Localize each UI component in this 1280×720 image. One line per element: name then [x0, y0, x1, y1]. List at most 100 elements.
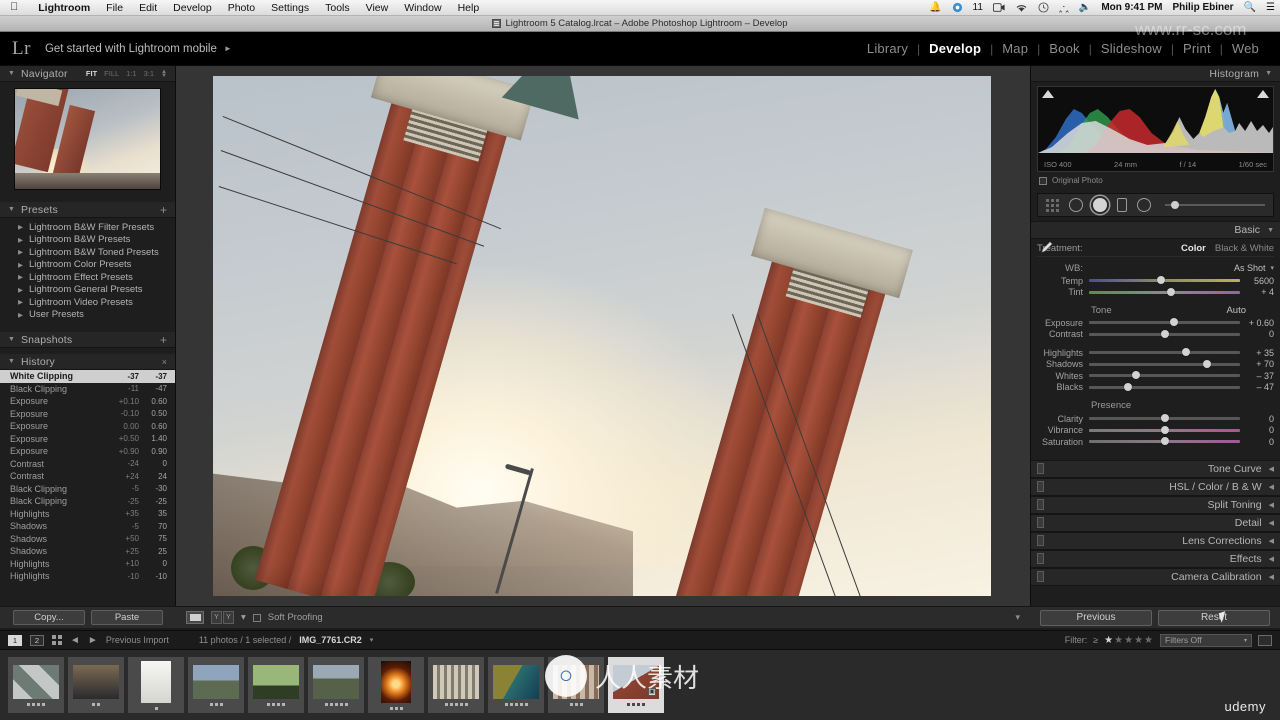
photo-frame[interactable]	[213, 76, 991, 596]
history-row[interactable]: Shadows -5 70	[0, 520, 175, 533]
slider-whites[interactable]: Whites – 37	[1037, 370, 1274, 382]
history-header[interactable]: ▼ History ×	[0, 354, 175, 370]
chevron-right-icon[interactable]: ▶	[18, 273, 23, 281]
preset-folder[interactable]: ▶ Lightroom Color Presets	[0, 259, 175, 272]
menu-help[interactable]: Help	[450, 0, 488, 16]
soft-proofing-checkbox[interactable]	[252, 613, 261, 622]
history-row[interactable]: Contrast -24 0	[0, 458, 175, 471]
snapshots-header[interactable]: ▼ Snapshots +	[0, 332, 175, 348]
chevron-left-icon[interactable]: ◀	[1269, 573, 1274, 581]
add-snapshot-icon[interactable]: +	[160, 334, 167, 346]
module-book[interactable]: Book	[1040, 41, 1088, 56]
section-switch-icon[interactable]	[1037, 463, 1044, 474]
module-map[interactable]: Map	[993, 41, 1037, 56]
zoom-fit[interactable]: FIT	[86, 69, 97, 78]
chevron-right-icon[interactable]: ▶	[18, 248, 23, 256]
chevron-left-icon[interactable]: ◀	[1269, 501, 1274, 509]
section-switch-icon[interactable]	[1037, 499, 1044, 510]
crop-overlay-icon[interactable]	[1046, 198, 1059, 212]
star-2-icon[interactable]: ★	[1114, 635, 1124, 646]
menu-file[interactable]: File	[98, 0, 131, 16]
slider-temp[interactable]: Temp 5600	[1037, 275, 1274, 287]
blacks-knob[interactable]	[1124, 382, 1133, 391]
slider-contrast[interactable]: Contrast 0	[1037, 329, 1274, 341]
before-after-caret-icon[interactable]: ▾	[241, 612, 246, 623]
module-web[interactable]: Web	[1223, 41, 1268, 56]
menu-tools[interactable]: Tools	[317, 0, 358, 16]
preset-folder[interactable]: ▶ Lightroom Video Presets	[0, 296, 175, 309]
exposure-knob[interactable]	[1169, 318, 1178, 327]
paste-button[interactable]: Paste	[91, 610, 163, 625]
zoom-1-1[interactable]: 1:1	[126, 69, 136, 78]
menu-lightroom[interactable]: Lightroom	[30, 0, 98, 16]
section-switch-icon[interactable]	[1037, 571, 1044, 582]
tint-track[interactable]	[1089, 287, 1240, 296]
grid-view-icon[interactable]	[52, 635, 62, 645]
lightroom-logo[interactable]: Lr	[12, 38, 31, 60]
treatment-bw-option[interactable]: Black & White	[1215, 243, 1274, 254]
clarity-track[interactable]	[1089, 414, 1240, 423]
menu-clock-time[interactable]: Mon 9:41 PM	[1096, 2, 1167, 13]
filter-lock-icon[interactable]	[1258, 634, 1272, 646]
section-effects[interactable]: Effects ◀	[1031, 549, 1280, 568]
screen-record-icon[interactable]	[988, 3, 1010, 12]
highlights-knob[interactable]	[1181, 348, 1190, 357]
chevron-right-icon[interactable]: ▶	[18, 236, 23, 244]
zoom-fill[interactable]: FILL	[104, 69, 119, 78]
toolbar-options-caret-icon[interactable]: ▾	[1015, 612, 1020, 623]
navigator-preview[interactable]	[14, 88, 161, 190]
thumb-bench[interactable]	[68, 657, 124, 713]
menu-window[interactable]: Window	[396, 0, 449, 16]
section-split-toning[interactable]: Split Toning ◀	[1031, 495, 1280, 514]
spot-removal-icon[interactable]	[1069, 198, 1083, 212]
back-arrow-icon[interactable]: ◄	[70, 635, 80, 646]
preset-folder[interactable]: ▶ Lightroom B&W Presets	[0, 234, 175, 247]
history-row[interactable]: Highlights +10 0	[0, 558, 175, 571]
chevron-right-icon[interactable]: ▶	[18, 286, 23, 294]
dropbox-icon[interactable]	[947, 2, 968, 13]
blacks-track[interactable]	[1089, 382, 1240, 391]
chevron-left-icon[interactable]: ◀	[1269, 519, 1274, 527]
source-badge-2[interactable]: 2	[30, 634, 44, 646]
white-balance-eyedropper-icon[interactable]	[1038, 240, 1054, 256]
brush-amount-knob[interactable]	[1171, 201, 1179, 209]
preset-folder[interactable]: ▶ User Presets	[0, 309, 175, 322]
section-tone-curve[interactable]: Tone Curve ◀	[1031, 459, 1280, 478]
history-row[interactable]: Black Clipping -11 -47	[0, 383, 175, 396]
star-3-icon[interactable]: ★	[1124, 635, 1134, 646]
preset-folder[interactable]: ▶ Lightroom General Presets	[0, 284, 175, 297]
histogram-widget[interactable]: ISO 400 24 mm f / 14 1/60 sec	[1037, 86, 1274, 172]
slider-exposure[interactable]: Exposure + 0.60	[1037, 317, 1274, 329]
star-4-icon[interactable]: ★	[1134, 635, 1144, 646]
image-canvas[interactable]	[176, 66, 1030, 606]
module-slideshow[interactable]: Slideshow	[1092, 41, 1171, 56]
white-balance-row[interactable]: WB: As Shot ▾	[1037, 261, 1274, 275]
chevron-right-icon[interactable]: ▶	[18, 261, 23, 269]
adjustment-brush-icon[interactable]	[1165, 201, 1265, 209]
preset-folder[interactable]: ▶ Lightroom B&W Filter Presets	[0, 221, 175, 234]
history-row[interactable]: Black Clipping -25 -25	[0, 495, 175, 508]
slider-tint[interactable]: Tint + 4	[1037, 287, 1274, 299]
navigator-header[interactable]: ▼ Navigator FIT FILL 1:1 3:1 ▲ ▼	[0, 66, 175, 82]
section-switch-icon[interactable]	[1037, 517, 1044, 528]
auto-tone-button[interactable]: Auto	[1226, 305, 1246, 316]
thumb-peacock[interactable]	[488, 657, 544, 713]
original-photo-checkbox[interactable]	[1039, 176, 1047, 185]
tagline-arrow-icon[interactable]: ►	[224, 44, 232, 53]
history-row[interactable]: White Clipping -37 -37	[0, 370, 175, 383]
wifi-icon[interactable]	[1010, 3, 1033, 13]
slider-clarity[interactable]: Clarity 0	[1037, 413, 1274, 425]
menu-develop[interactable]: Develop	[165, 0, 220, 16]
chevron-right-icon[interactable]: ▶	[18, 223, 23, 231]
reset-button[interactable]: Reset	[1158, 609, 1270, 626]
whites-track[interactable]	[1089, 371, 1240, 380]
temp-track[interactable]	[1089, 276, 1240, 285]
star-1-icon[interactable]: ★	[1104, 635, 1114, 646]
module-develop[interactable]: Develop	[920, 41, 990, 56]
history-row[interactable]: Exposure 0.00 0.60	[0, 420, 175, 433]
notification-center-icon[interactable]: ☰	[1261, 2, 1280, 13]
treatment-color-option[interactable]: Color	[1181, 243, 1206, 254]
shadows-knob[interactable]	[1202, 359, 1211, 368]
menu-user-name[interactable]: Philip Ebiner	[1167, 2, 1238, 13]
history-row[interactable]: Exposure -0.10 0.50	[0, 408, 175, 421]
